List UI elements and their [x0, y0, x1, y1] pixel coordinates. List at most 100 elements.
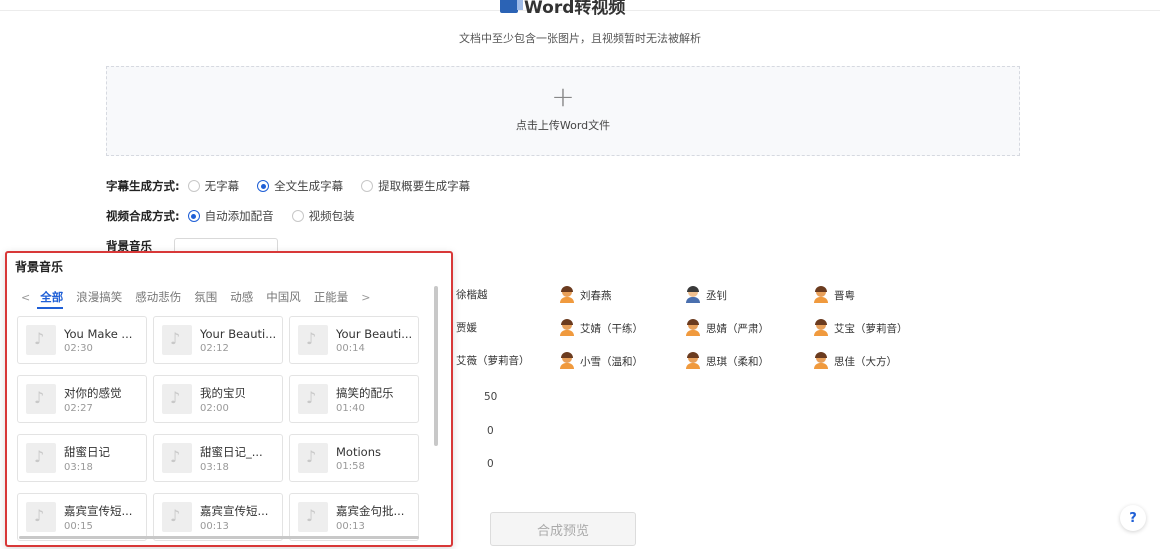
- voice-name: 刘春燕: [580, 289, 612, 302]
- voice-item[interactable]: 刘春燕: [560, 286, 612, 303]
- help-icon[interactable]: ?: [1120, 505, 1146, 531]
- track-card[interactable]: 甜蜜日记_... 03:18: [153, 434, 283, 482]
- voice-name: 艾薇（萝莉音）: [456, 355, 530, 367]
- track-name: 我的宝贝: [200, 385, 246, 400]
- track-card[interactable]: 搞笑的配乐 01:40: [289, 375, 419, 423]
- tab-touching-sad[interactable]: 感动悲伤: [135, 289, 181, 305]
- radio-circle: [361, 180, 374, 192]
- voice-name: 思婧（严肃）: [706, 322, 769, 335]
- track-card[interactable]: 嘉宾金句批... 00:13: [289, 493, 419, 541]
- avatar-icon: [560, 286, 574, 303]
- radio-summary-subtitle[interactable]: 提取概要生成字幕: [361, 178, 470, 194]
- track-card[interactable]: 嘉宾宣传短... 00:15: [17, 493, 147, 541]
- voice-item[interactable]: 思琪（柔和）: [686, 352, 769, 369]
- voice-name: 徐楷越: [456, 289, 488, 301]
- track-name: You Make ...: [64, 326, 133, 341]
- avatar-icon: [560, 319, 574, 336]
- tab-romantic-funny[interactable]: 浪漫搞笑: [76, 289, 122, 305]
- track-card[interactable]: Your Beauti...02:12: [153, 316, 283, 364]
- page-title: Word转视频: [500, 0, 625, 18]
- radio-label: 全文生成字幕: [274, 179, 344, 193]
- radio-no-subtitle[interactable]: 无字幕: [187, 178, 239, 194]
- horizontal-scrollbar[interactable]: [19, 536, 419, 539]
- radio-circle-checked: [257, 180, 270, 192]
- tab-positive-energy[interactable]: 正能量: [314, 289, 349, 305]
- radio-circle-checked: [187, 210, 200, 222]
- radio-label: 视频包装: [308, 209, 355, 223]
- track-name: 嘉宾金句批...: [336, 503, 405, 518]
- track-duration: 03:18: [200, 461, 229, 473]
- tab-chinese-style[interactable]: 中国风: [266, 289, 301, 305]
- avatar-icon: [686, 352, 700, 369]
- voice-item[interactable]: 思婧（严肃）: [686, 319, 769, 336]
- voice-item[interactable]: 晋粤: [814, 286, 855, 303]
- track-card[interactable]: 对你的感觉 02:27: [17, 375, 147, 423]
- track-name: 嘉宾宣传短...: [200, 503, 269, 518]
- track-duration: 02:00: [200, 402, 229, 414]
- track-name: 甜蜜日记: [64, 444, 110, 459]
- avatar-icon: [814, 319, 828, 336]
- track-card[interactable]: Motions01:58: [289, 434, 419, 482]
- param-value: 0: [487, 458, 494, 470]
- subtitle-mode-row: 字幕生成方式: 无字幕 全文生成字幕 提取概要生成字幕: [106, 178, 480, 194]
- radio-auto-dubbing[interactable]: 自动添加配音: [187, 208, 274, 224]
- music-note-icon: [26, 325, 56, 355]
- video-mode-label: 视频合成方式:: [106, 209, 180, 223]
- vertical-scrollbar[interactable]: [434, 286, 438, 446]
- voice-item[interactable]: 徐楷越: [456, 287, 488, 302]
- radio-label: 提取概要生成字幕: [378, 179, 471, 193]
- chevron-left-icon[interactable]: <: [21, 291, 30, 304]
- voice-name: 艾宝（萝莉音）: [834, 322, 908, 335]
- track-duration: 02:12: [200, 342, 229, 354]
- track-duration: 01:58: [336, 460, 365, 472]
- plus-icon: +: [551, 80, 575, 113]
- track-duration: 02:30: [64, 342, 93, 354]
- track-duration: 00:13: [200, 520, 229, 532]
- video-mode-row: 视频合成方式: 自动添加配音 视频包装: [106, 208, 365, 224]
- music-note-icon: [26, 384, 56, 414]
- radio-circle: [187, 180, 200, 192]
- param-value: 50: [484, 391, 498, 403]
- tab-atmosphere[interactable]: 氛围: [194, 289, 217, 305]
- voice-name: 思琪（柔和）: [706, 355, 769, 368]
- track-card[interactable]: You Make ...02:30: [17, 316, 147, 364]
- voice-item[interactable]: 小雪（温和）: [560, 352, 643, 369]
- avatar-icon: [686, 319, 700, 336]
- radio-full-subtitle[interactable]: 全文生成字幕: [257, 178, 343, 194]
- track-card[interactable]: Your Beauti...00:14: [289, 316, 419, 364]
- voice-item[interactable]: 艾婧（干练）: [560, 319, 643, 336]
- word-upload-area[interactable]: + 点击上传Word文件: [106, 66, 1020, 156]
- music-note-icon: [298, 384, 328, 414]
- track-name: 搞笑的配乐: [336, 385, 394, 400]
- music-note-icon: [162, 443, 192, 473]
- voice-item[interactable]: 艾薇（萝莉音）: [456, 353, 530, 368]
- tab-all[interactable]: 全部: [40, 289, 63, 305]
- avatar-icon: [560, 352, 574, 369]
- tab-dynamic[interactable]: 动感: [230, 289, 253, 305]
- active-tab-indicator: [37, 307, 63, 309]
- track-duration: 00:14: [336, 342, 365, 354]
- chevron-right-icon[interactable]: >: [361, 291, 370, 304]
- voice-item[interactable]: 贾媛: [456, 320, 477, 335]
- music-note-icon: [26, 443, 56, 473]
- voice-item[interactable]: 艾宝（萝莉音）: [814, 319, 908, 336]
- preview-button[interactable]: 合成预览: [490, 512, 636, 546]
- voice-name: 晋粤: [834, 289, 855, 302]
- track-duration: 00:15: [64, 520, 93, 532]
- voice-item[interactable]: 思佳（大方）: [814, 352, 897, 369]
- track-card[interactable]: 甜蜜日记 03:18: [17, 434, 147, 482]
- track-name: Your Beauti...: [200, 326, 277, 341]
- music-note-icon: [162, 502, 192, 532]
- music-note-icon: [162, 384, 192, 414]
- track-card[interactable]: 嘉宾宣传短... 00:13: [153, 493, 283, 541]
- radio-video-package[interactable]: 视频包装: [291, 208, 355, 224]
- track-duration: 01:40: [336, 402, 365, 414]
- music-popup-title: 背景音乐: [15, 260, 64, 274]
- track-card[interactable]: 我的宝贝 02:00: [153, 375, 283, 423]
- track-duration: 00:13: [336, 520, 365, 532]
- avatar-icon: [686, 286, 700, 303]
- voice-item[interactable]: 丞钊: [686, 286, 727, 303]
- radio-label: 自动添加配音: [204, 209, 274, 223]
- track-name: 对你的感觉: [64, 385, 122, 400]
- voice-name: 贾媛: [456, 322, 477, 334]
